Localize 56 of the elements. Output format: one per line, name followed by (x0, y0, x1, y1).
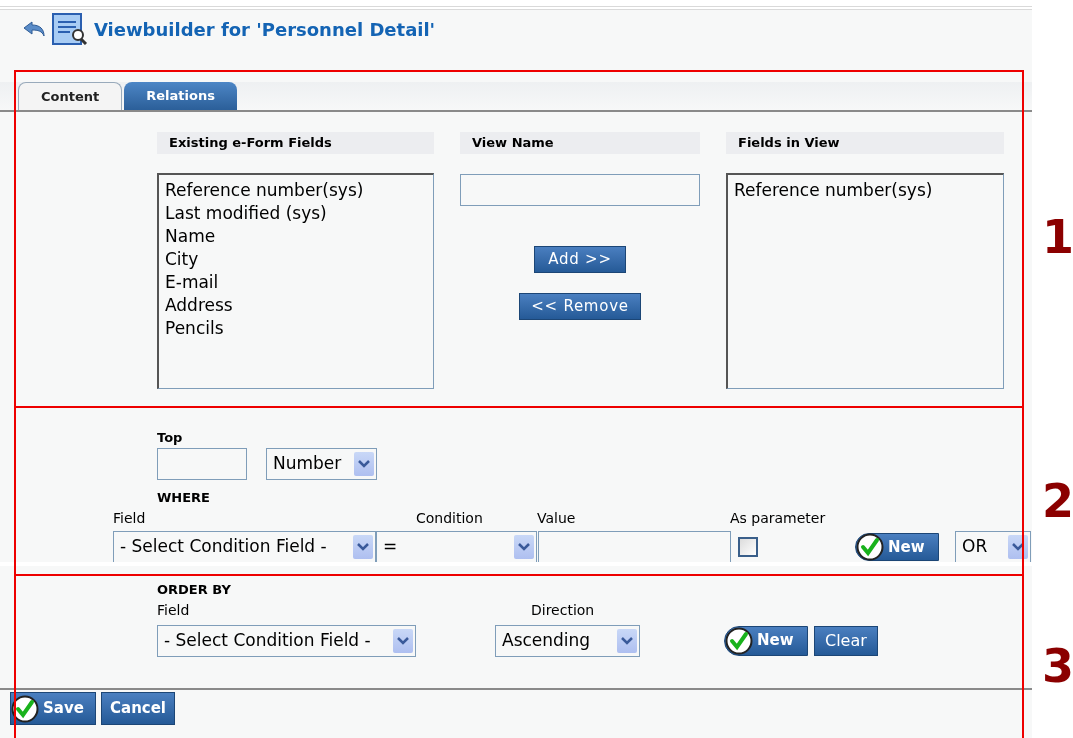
new-button[interactable]: New (724, 625, 808, 656)
condition-label: Condition (416, 509, 484, 528)
list-item[interactable]: Address (165, 294, 427, 317)
add-button[interactable]: Add >> (534, 246, 626, 273)
annotation-number: 3 (1042, 643, 1073, 689)
where-label: WHERE (157, 488, 211, 507)
field-label: Field (157, 600, 191, 620)
list-item[interactable]: City (165, 248, 427, 271)
list-box[interactable]: Reference number(sys) (726, 173, 1004, 389)
chevron-down-icon (514, 535, 534, 559)
checkmark-icon (725, 626, 753, 655)
tab[interactable]: Content (18, 82, 123, 110)
direction-label: Direction (531, 600, 595, 620)
chevron-down-icon (1008, 535, 1028, 559)
column-heading: Existing e-Form Fields (157, 132, 434, 154)
list-item[interactable]: Last modified (sys) (165, 202, 427, 225)
clear-button[interactable]: Clear (814, 625, 878, 656)
list-item[interactable]: E-mail (165, 271, 427, 294)
field-select[interactable]: - Select Condition Field - (113, 531, 376, 563)
chevron-down-icon (353, 535, 373, 559)
list-item[interactable]: Pencils (165, 317, 427, 340)
checkmark-icon (856, 533, 884, 561)
column-heading: Fields in View (726, 132, 1004, 154)
value-field[interactable] (538, 531, 731, 563)
top-field[interactable] (157, 447, 247, 480)
connector-select[interactable]: OR (955, 531, 1031, 563)
order-field-select[interactable]: - Select Condition Field - (157, 624, 416, 657)
chevron-down-icon (617, 628, 637, 653)
unit-select[interactable]: Number (266, 447, 377, 480)
view-name-field[interactable] (460, 174, 700, 206)
new-button[interactable]: New (855, 533, 939, 561)
direction-select[interactable]: Ascending (495, 624, 640, 657)
value-label: Value (537, 509, 577, 528)
list-item[interactable]: Reference number(sys) (734, 179, 997, 202)
annotation-number: 1 (1042, 214, 1073, 260)
back-arrow-icon[interactable] (22, 20, 46, 38)
checkbox[interactable] (738, 537, 758, 557)
tab[interactable]: Relations (124, 82, 237, 110)
chevron-down-icon (354, 451, 374, 476)
parameter-label: As parameter (730, 509, 826, 528)
top-label: Top (157, 429, 184, 447)
cancel-button[interactable]: Cancel (101, 692, 175, 725)
condition-select[interactable]: = (376, 531, 537, 563)
annotation-number: 2 (1042, 478, 1073, 524)
order-by-label: ORDER BY (157, 581, 232, 599)
list-item[interactable]: Name (165, 225, 427, 248)
column-heading: View Name (460, 132, 700, 154)
page-title: Viewbuilder for 'Personnel Detail' (94, 17, 436, 42)
checkmark-icon (11, 694, 39, 723)
list-item[interactable]: Reference number(sys) (165, 179, 427, 202)
document-search-icon (52, 13, 88, 45)
chevron-down-icon (393, 628, 413, 653)
field-label: Field (113, 509, 147, 528)
save-button[interactable]: Save (10, 692, 96, 725)
remove-button[interactable]: << Remove (519, 293, 641, 320)
list-box[interactable]: Reference number(sys) Last modified (sys) Name City E-mail Address Pencils (157, 173, 434, 389)
